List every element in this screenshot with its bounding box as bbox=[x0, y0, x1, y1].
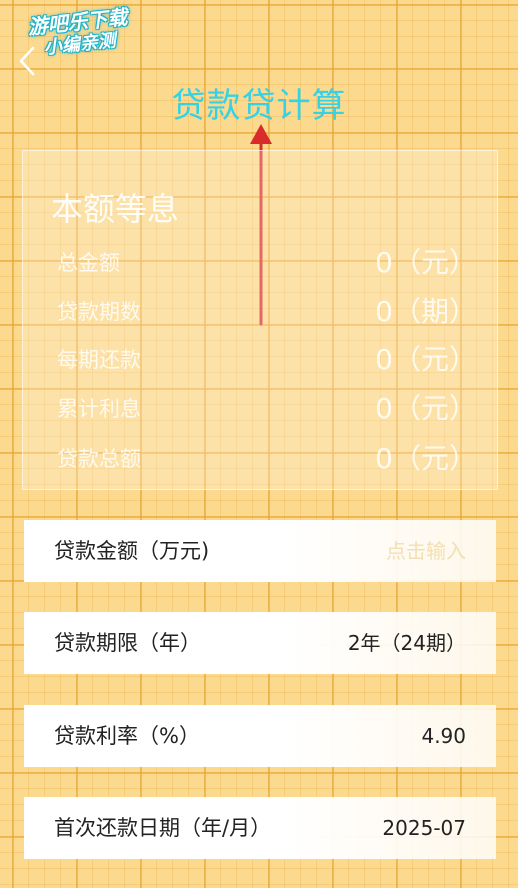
first-repayment-date-value[interactable]: 2025-07 bbox=[382, 797, 466, 859]
summary-value: 0（元） bbox=[375, 343, 477, 376]
summary-label: 累计利息 bbox=[57, 397, 141, 421]
chevron-left-icon bbox=[19, 46, 35, 76]
loan-term-value[interactable]: 2年（24期） bbox=[348, 612, 466, 674]
summary-value: 0（元） bbox=[375, 442, 477, 475]
back-button[interactable] bbox=[12, 44, 42, 78]
summary-row-per-period: 每期还款 0（元） bbox=[57, 340, 477, 380]
summary-row-loan-total: 贷款总额 0（元） bbox=[57, 439, 477, 479]
summary-panel: 本额等息 总金额 0（元） 贷款期数 0（期） 每期还款 0（元） 累计利息 0… bbox=[22, 150, 498, 490]
summary-row-interest: 累计利息 0（元） bbox=[57, 389, 477, 429]
summary-label: 贷款期数 bbox=[57, 300, 141, 324]
summary-value: 0（期） bbox=[375, 295, 477, 328]
loan-amount-row[interactable]: 贷款金额（万元) 点击输入 bbox=[24, 520, 496, 582]
loan-rate-value[interactable]: 4.90 bbox=[421, 705, 466, 767]
page-title: 贷款贷计算 bbox=[171, 86, 347, 126]
summary-label: 总金额 bbox=[57, 251, 120, 275]
first-repayment-date-label: 首次还款日期（年/月） bbox=[54, 816, 272, 840]
loan-amount-label: 贷款金额（万元) bbox=[54, 539, 210, 563]
first-repayment-date-row[interactable]: 首次还款日期（年/月） 2025-07 bbox=[24, 797, 496, 859]
summary-value: 0（元） bbox=[375, 246, 477, 279]
loan-amount-input[interactable]: 点击输入 bbox=[386, 520, 466, 582]
loan-rate-label: 贷款利率（%） bbox=[54, 724, 200, 748]
summary-title: 本额等息 bbox=[51, 190, 180, 228]
summary-value: 0（元） bbox=[375, 392, 477, 425]
loan-term-label: 贷款期限（年） bbox=[54, 631, 201, 655]
summary-label: 每期还款 bbox=[57, 348, 141, 372]
loan-term-row[interactable]: 贷款期限（年） 2年（24期） bbox=[24, 612, 496, 674]
loan-rate-row[interactable]: 贷款利率（%） 4.90 bbox=[24, 705, 496, 767]
summary-row-periods: 贷款期数 0（期） bbox=[57, 292, 477, 332]
summary-label: 贷款总额 bbox=[57, 447, 141, 471]
summary-row-total: 总金额 0（元） bbox=[57, 243, 477, 283]
